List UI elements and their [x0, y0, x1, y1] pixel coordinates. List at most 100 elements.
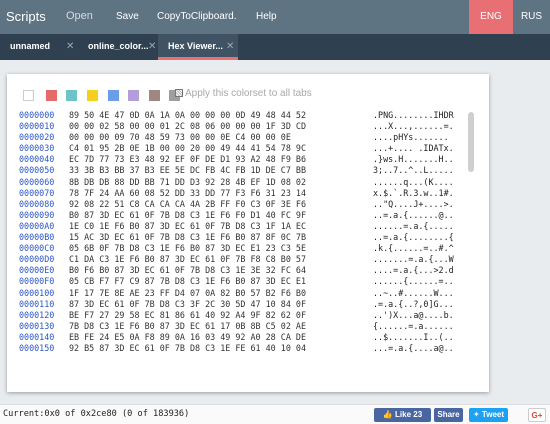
hex-row[interactable]: 0000110 87 3D EC 61 0F 7B D8 C3 3F 2C 30 …	[19, 299, 479, 310]
ascii-cell[interactable]: ..=.a.{......@..	[373, 210, 454, 221]
hex-bytes-cell[interactable]: 92 08 22 51 C8 CA CA CA 4A 2B FF F0 C3 0…	[69, 199, 306, 210]
close-icon[interactable]: ✕	[66, 34, 74, 59]
ascii-cell[interactable]: .PNG........IHDR	[373, 110, 454, 121]
save-menu[interactable]: Save	[116, 11, 139, 22]
hex-bytes-cell[interactable]: 1E C0 1E F6 B0 87 3D EC 61 0F 7B D8 C3 1…	[69, 221, 306, 232]
lang-eng-button[interactable]: ENG	[469, 0, 513, 34]
hex-bytes-cell[interactable]: EC 7D 77 73 E3 48 92 EF 0F DE D1 93 A2 4…	[69, 154, 306, 165]
hex-row[interactable]: 0000050 33 3B B3 BB 37 B3 EE 5E DC FB 4C …	[19, 165, 479, 176]
hex-row[interactable]: 00000D0 C1 DA C3 1E F6 B0 87 3D EC 61 0F …	[19, 254, 479, 265]
hex-row[interactable]: 0000040 EC 7D 77 73 E3 48 92 EF 0F DE D1 …	[19, 154, 479, 165]
hex-bytes-cell[interactable]: B0 87 3D EC 61 0F 7B D8 C3 1E F6 F0 D1 4…	[69, 210, 306, 221]
ascii-cell[interactable]: ......q...(K....	[373, 177, 454, 188]
top-nav-bar: Scripts Open Save CopyToClipboard. Help …	[0, 0, 550, 34]
brand-title[interactable]: Scripts	[6, 9, 46, 24]
checkbox-icon[interactable]	[175, 89, 183, 97]
lang-rus-button[interactable]: RUS	[513, 0, 550, 34]
offset-cell: 0000140	[19, 331, 55, 342]
hex-bytes-cell[interactable]: 33 3B B3 BB 37 B3 EE 5E DC FB 4C FB 1D D…	[69, 165, 306, 176]
tab-hex-viewer[interactable]: Hex Viewer... ✕	[158, 34, 238, 60]
hex-bytes-cell[interactable]: B0 F6 B0 87 3D EC 61 0F 7B D8 C3 1E 3E 3…	[69, 265, 306, 276]
hex-row[interactable]: 00000E0 B0 F6 B0 87 3D EC 61 0F 7B D8 C3 …	[19, 265, 479, 276]
hex-bytes-cell[interactable]: 05 6B 0F 7B D8 C3 1E F6 B0 87 3D EC E1 2…	[69, 243, 306, 254]
ascii-cell[interactable]: x.$.`.R.3.w..1#.	[373, 188, 454, 199]
hex-row[interactable]: 0000010 00 00 02 58 00 00 01 2C 08 06 00 …	[19, 121, 479, 132]
ascii-cell[interactable]: ......{......=..	[373, 276, 454, 287]
hex-bytes-cell[interactable]: 7B D8 C3 1E F6 B0 87 3D EC 61 17 0B 8B C…	[69, 321, 306, 332]
hex-bytes-cell[interactable]: 89 50 4E 47 0D 0A 1A 0A 00 00 00 0D 49 4…	[69, 110, 306, 121]
hex-row[interactable]: 0000100 1F 17 7E 8E AE 23 FF D4 07 0A 82 …	[19, 288, 479, 299]
facebook-like-button[interactable]: 👍 Like 23	[374, 408, 431, 422]
offset-cell: 00000E0	[19, 265, 55, 276]
close-icon[interactable]: ✕	[226, 34, 234, 59]
copy-to-clipboard-menu[interactable]: CopyToClipboard.	[157, 11, 237, 22]
apply-colorset-checkbox[interactable]: Apply this colorset to all tabs	[175, 88, 312, 99]
hex-bytes-cell[interactable]: 00 00 02 58 00 00 01 2C 08 06 00 00 00 1…	[69, 121, 306, 132]
ascii-cell[interactable]: .}ws.H.......H..	[373, 154, 454, 165]
tab-unnamed[interactable]: unnamed ✕	[0, 34, 80, 60]
ascii-cell[interactable]: ..$.......I..(..	[373, 332, 454, 343]
hex-bytes-cell[interactable]: EB FE 24 E5 0A F8 89 0A 16 03 49 92 A0 2…	[69, 332, 306, 343]
hex-row[interactable]: 0000020 00 00 00 09 70 48 59 73 00 00 0E …	[19, 132, 479, 143]
ascii-cell[interactable]: ..=.a.{........{	[373, 232, 454, 243]
hex-row[interactable]: 0000150 92 B5 87 3D EC 61 0F 7B D8 C3 1E …	[19, 343, 479, 354]
ascii-cell[interactable]: .......=.a.{...W	[373, 254, 454, 265]
ascii-cell[interactable]: ..')X...a@....b.	[373, 310, 454, 321]
ascii-cell[interactable]: {......=.a......	[373, 321, 454, 332]
ascii-cell[interactable]: ...+.... .IDATx.	[373, 143, 454, 154]
swatch-red[interactable]	[46, 90, 57, 101]
swatch-white[interactable]	[23, 90, 34, 101]
offset-cell: 00000B0	[19, 232, 55, 243]
ascii-cell[interactable]: ......=.a.{.....	[373, 221, 454, 232]
ascii-cell[interactable]: ....pHYs.......	[373, 132, 449, 143]
hex-row[interactable]: 00000F0 05 CB F7 F7 C9 87 7B D8 C3 1E F6 …	[19, 276, 479, 287]
hex-row[interactable]: 0000140 EB FE 24 E5 0A F8 89 0A 16 03 49 …	[19, 332, 479, 343]
facebook-share-button[interactable]: Share	[434, 408, 463, 422]
hex-row[interactable]: 0000070 78 7F 24 AA 60 08 52 DD 33 DD 77 …	[19, 188, 479, 199]
help-menu[interactable]: Help	[256, 11, 277, 22]
hex-bytes-cell[interactable]: 1F 17 7E 8E AE 23 FF D4 07 0A 82 B0 57 B…	[69, 288, 306, 299]
swatch-yellow[interactable]	[87, 90, 98, 101]
hex-bytes-cell[interactable]: 78 7F 24 AA 60 08 52 DD 33 DD 77 F3 F6 3…	[69, 188, 306, 199]
google-plus-button[interactable]: G+	[528, 408, 546, 422]
ascii-cell[interactable]: ....=.a.{...>2.d	[373, 265, 454, 276]
hex-bytes-cell[interactable]: C1 DA C3 1E F6 B0 87 3D EC 61 0F 7B F8 C…	[69, 254, 306, 265]
hex-bytes-cell[interactable]: 87 3D EC 61 0F 7B D8 C3 3F 2C 30 5D 47 1…	[69, 299, 306, 310]
tweet-button[interactable]: ✦ Tweet	[469, 408, 508, 422]
ascii-cell[interactable]: ...X...,......=.	[373, 121, 454, 132]
hex-row[interactable]: 00000B0 15 AC 3D EC 61 0F 7B D8 C3 1E F6 …	[19, 232, 479, 243]
hex-bytes-cell[interactable]: 00 00 00 09 70 48 59 73 00 00 0E C4 00 0…	[69, 132, 291, 143]
hex-row[interactable]: 0000090 B0 87 3D EC 61 0F 7B D8 C3 1E F6 …	[19, 210, 479, 221]
hex-dump[interactable]: 0000000 89 50 4E 47 0D 0A 1A 0A 00 00 00 …	[19, 110, 479, 376]
offset-cell: 0000020	[19, 132, 55, 143]
vertical-scrollbar[interactable]	[468, 112, 474, 172]
hex-row[interactable]: 00000C0 05 6B 0F 7B D8 C3 1E F6 B0 87 3D …	[19, 243, 479, 254]
ascii-cell[interactable]: 3;..7..^..L.....	[373, 165, 454, 176]
hex-row[interactable]: 0000080 92 08 22 51 C8 CA CA CA 4A 2B FF …	[19, 199, 479, 210]
hex-row[interactable]: 0000000 89 50 4E 47 0D 0A 1A 0A 00 00 00 …	[19, 110, 479, 121]
hex-bytes-cell[interactable]: 8B DB DB 88 DD BB 71 DD D3 92 28 4B EF 1…	[69, 177, 306, 188]
hex-bytes-cell[interactable]: 05 CB F7 F7 C9 87 7B D8 C3 1E F6 B0 87 3…	[69, 276, 306, 287]
open-menu[interactable]: Open	[66, 10, 93, 22]
hex-row[interactable]: 0000060 8B DB DB 88 DD BB 71 DD D3 92 28 …	[19, 177, 479, 188]
ascii-cell[interactable]: .."Q....J+....>.	[373, 199, 454, 210]
hex-row[interactable]: 0000030 C4 01 95 2B 0E 1B 00 00 20 00 49 …	[19, 143, 479, 154]
tab-online-color[interactable]: online_color... ✕	[80, 34, 158, 60]
status-bar: Current:0x0 of 0x2ce80 (0 of 183936) 👍 L…	[0, 404, 550, 424]
hex-row[interactable]: 00000A0 1E C0 1E F6 B0 87 3D EC 61 0F 7B …	[19, 221, 479, 232]
ascii-cell[interactable]: .k.{......=..#.^	[373, 243, 454, 254]
swatch-brown[interactable]	[149, 90, 160, 101]
ascii-cell[interactable]: ..~..#......W...	[373, 288, 454, 299]
hex-row[interactable]: 0000130 7B D8 C3 1E F6 B0 87 3D EC 61 17 …	[19, 321, 479, 332]
swatch-purple[interactable]	[128, 90, 139, 101]
hex-bytes-cell[interactable]: 92 B5 87 3D EC 61 0F 7B D8 C3 1E FE 61 4…	[69, 343, 306, 354]
close-icon[interactable]: ✕	[148, 34, 156, 59]
swatch-teal[interactable]	[66, 90, 77, 101]
ascii-cell[interactable]: .=.a.{..?,0]G...	[373, 299, 454, 310]
ascii-cell[interactable]: ...=.a.{....a@..	[373, 343, 454, 354]
hex-bytes-cell[interactable]: 15 AC 3D EC 61 0F 7B D8 C3 1E F6 B0 87 8…	[69, 232, 306, 243]
swatch-blue[interactable]	[108, 90, 119, 101]
hex-row[interactable]: 0000120 BE F7 27 29 58 EC 81 86 61 40 92 …	[19, 310, 479, 321]
hex-bytes-cell[interactable]: C4 01 95 2B 0E 1B 00 00 20 00 49 44 41 5…	[69, 143, 306, 154]
hex-bytes-cell[interactable]: BE F7 27 29 58 EC 81 86 61 40 92 A4 9F 8…	[69, 310, 306, 321]
